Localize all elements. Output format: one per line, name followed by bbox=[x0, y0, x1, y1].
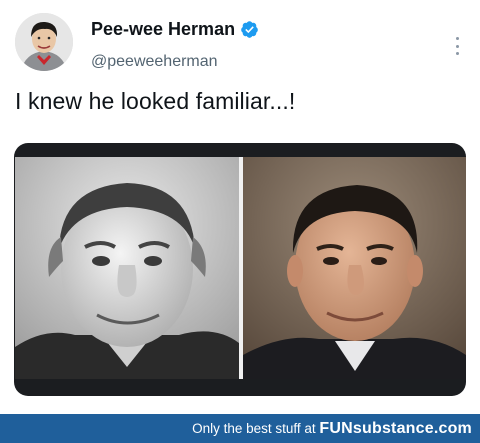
more-options-icon[interactable] bbox=[449, 37, 465, 55]
author-name[interactable]: Pee-wee Herman bbox=[91, 19, 235, 40]
tweet-header: Pee-wee Herman @peeweeherman bbox=[0, 0, 480, 80]
tweet-media[interactable] bbox=[14, 143, 466, 396]
author-row: Pee-wee Herman bbox=[91, 19, 259, 40]
footer-brand-link[interactable]: FUNsubstance.com bbox=[319, 420, 472, 437]
avatar-image bbox=[15, 13, 73, 71]
avatar[interactable] bbox=[15, 13, 73, 71]
author-handle[interactable]: @peeweeherman bbox=[91, 53, 218, 71]
left-photo[interactable] bbox=[15, 157, 239, 379]
grandpa-munster-photo bbox=[15, 157, 239, 379]
right-photo[interactable] bbox=[243, 157, 466, 379]
man-in-suit-photo bbox=[243, 157, 466, 379]
footer-tagline: Only the best stuff at bbox=[192, 421, 316, 436]
tweet-text: I knew he looked familiar...! bbox=[15, 88, 296, 114]
site-footer: Only the best stuff at FUNsubstance.com bbox=[0, 414, 480, 443]
verified-badge-icon bbox=[241, 21, 258, 38]
footer-text: Only the best stuff at FUNsubstance.com bbox=[192, 420, 472, 438]
